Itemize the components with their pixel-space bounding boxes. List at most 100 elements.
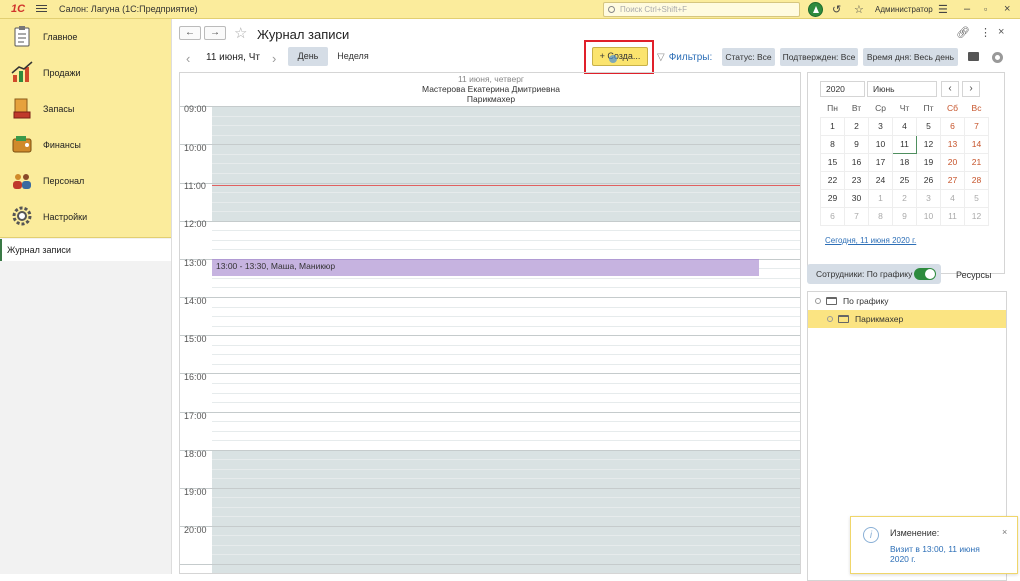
calendar-day[interactable]: 26 [916,170,941,190]
month-select[interactable]: Июнь [867,81,937,97]
open-window-journal[interactable]: Журнал записи [0,239,171,261]
calendar-day[interactable]: 27 [940,170,965,190]
calendar-day[interactable]: 28 [964,170,989,190]
calendar-day-other-month[interactable]: 8 [868,206,893,226]
calendar-day-other-month[interactable]: 11 [940,206,965,226]
view-day-button[interactable]: День [288,47,328,66]
main-menu-icon[interactable] [36,3,47,14]
calendar-day[interactable]: 25 [892,170,917,190]
calendar-day[interactable]: 14 [964,134,989,154]
expand-icon[interactable] [827,316,833,322]
calendar-day[interactable]: 1 [820,116,845,136]
calendar-day-other-month[interactable]: 3 [916,188,941,208]
section-stock[interactable]: Запасы [0,91,171,127]
quarter-line [212,230,800,231]
notification-link[interactable]: Визит в 13:00, 11 июня 2020 г. [890,544,1000,564]
calendar-day[interactable]: 30 [844,188,869,208]
quarter-line [212,364,800,365]
calendar-day-other-month[interactable]: 9 [892,206,917,226]
close-icon[interactable]: × [1004,3,1010,15]
calendar-day[interactable]: 9 [844,134,869,154]
calendar-day-today[interactable]: 11 [892,134,917,154]
filter-status[interactable]: Статус: Все [722,48,775,66]
settings-menu-icon[interactable]: ☰ [938,3,948,16]
calendar-day[interactable]: 19 [916,152,941,172]
prev-date-icon[interactable]: ‹ [186,51,190,66]
filters-label[interactable]: ▽ Фильтры: [657,52,712,63]
calendar-day[interactable]: 5 [916,116,941,136]
tree-item-hairdresser[interactable]: Парикмахер [808,310,1006,328]
calendar-day-other-month[interactable]: 5 [964,188,989,208]
filter-confirmed[interactable]: Подтвержден: Все [780,48,858,66]
close-form-icon[interactable]: × [998,26,1004,38]
calendar-day-other-month[interactable]: 6 [820,206,845,226]
settings-gear-icon[interactable] [992,52,1003,63]
link-icon[interactable]: 🔗︎ [956,26,970,39]
calendar-day[interactable]: 2 [844,116,869,136]
filter-time-of-day[interactable]: Время дня: Весь день [863,48,958,66]
calendar-day-other-month[interactable]: 7 [844,206,869,226]
section-label: Продажи [43,68,81,78]
calendar-day[interactable]: 4 [892,116,917,136]
section-main[interactable]: Главное [0,19,171,55]
schedule-grid[interactable]: 11 июня, четверг Мастерова Екатерина Дми… [179,72,801,574]
favorites-star-icon[interactable]: ☆ [854,3,864,16]
user-avatar-icon[interactable] [808,2,823,17]
calendar-day[interactable]: 29 [820,188,845,208]
mouse-cursor-icon [609,55,617,63]
quarter-line [212,173,800,174]
section-settings[interactable]: Настройки [0,199,171,235]
calendar-day[interactable]: 21 [964,152,989,172]
appointment-event[interactable]: 13:00 - 13:30, Маша, Маникюр [212,259,759,276]
close-notification-icon[interactable]: × [1002,527,1007,537]
resources-tab[interactable]: Ресурсы [956,270,992,280]
quarter-line [212,507,800,508]
today-link[interactable]: Сегодня, 11 июня 2020 г. [825,236,916,245]
section-staff[interactable]: Персонал [0,163,171,199]
section-finance[interactable]: Финансы [0,127,171,163]
user-name[interactable]: Администратор [875,5,933,14]
calendar-day-other-month[interactable]: 2 [892,188,917,208]
favorite-star-icon[interactable]: ☆ [234,24,247,42]
calendar-day[interactable]: 23 [844,170,869,190]
next-date-icon[interactable]: › [272,51,276,66]
calendar-day-other-month[interactable]: 1 [868,188,893,208]
minimize-icon[interactable]: – [964,3,970,15]
calendar-day[interactable]: 16 [844,152,869,172]
toggle-switch[interactable] [914,268,936,280]
collapse-icon[interactable] [815,298,821,304]
quarter-line [212,469,800,470]
maximize-icon[interactable]: ▫ [984,4,987,14]
calendar-day[interactable]: 7 [964,116,989,136]
staff-schedule-toggle[interactable]: Сотрудники: По графику [807,264,941,284]
print-icon[interactable] [968,52,979,61]
calendar-day-other-month[interactable]: 12 [964,206,989,226]
calendar-day[interactable]: 22 [820,170,845,190]
history-icon[interactable]: ↺ [832,3,841,16]
calendar-day[interactable]: 13 [940,134,965,154]
notification-toast[interactable]: i Изменение: Визит в 13:00, 11 июня 2020… [850,516,1018,574]
calendar-day[interactable]: 17 [868,152,893,172]
current-date[interactable]: 11 июня, Чт [206,52,260,63]
calendar-day[interactable]: 24 [868,170,893,190]
calendar-day[interactable]: 15 [820,152,845,172]
year-select[interactable]: 2020 [820,81,865,97]
back-button[interactable]: ← [179,26,201,40]
prev-month-icon[interactable]: ‹ [941,81,959,97]
calendar-day[interactable]: 12 [916,134,941,154]
section-sales[interactable]: Продажи [0,55,171,91]
calendar-day[interactable]: 18 [892,152,917,172]
tree-item-schedule[interactable]: По графику [808,292,1006,310]
search-input[interactable]: Поиск Ctrl+Shift+F [603,2,800,17]
more-actions-icon[interactable]: ⋮ [980,26,991,39]
calendar-day[interactable]: 8 [820,134,845,154]
calendar-day[interactable]: 3 [868,116,893,136]
next-month-icon[interactable]: › [962,81,980,97]
calendar-day-other-month[interactable]: 10 [916,206,941,226]
calendar-day[interactable]: 20 [940,152,965,172]
view-week-button[interactable]: Неделя [332,47,374,66]
calendar-day[interactable]: 6 [940,116,965,136]
calendar-day-other-month[interactable]: 4 [940,188,965,208]
calendar-day[interactable]: 10 [868,134,893,154]
forward-button[interactable]: → [204,26,226,40]
